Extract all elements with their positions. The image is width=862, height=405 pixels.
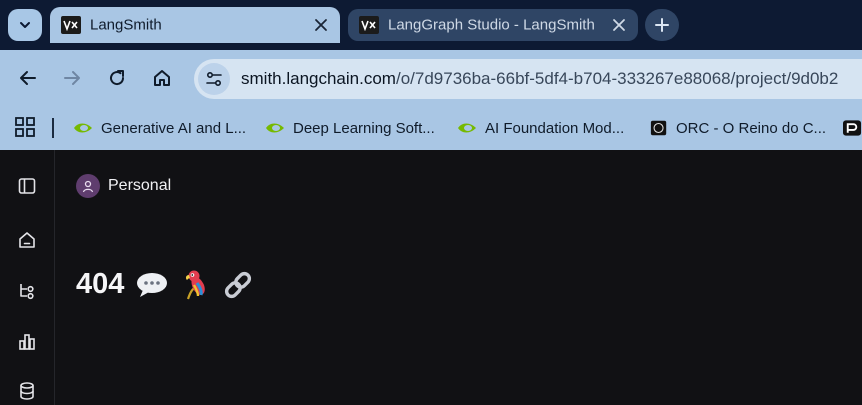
close-icon[interactable] — [612, 18, 626, 32]
tab-langgraph-studio[interactable]: LangGraph Studio - LangSmith — [348, 9, 638, 41]
url-host: smith.langchain.com — [241, 69, 396, 88]
home-icon — [154, 70, 170, 86]
link-icon — [222, 269, 254, 301]
address-bar[interactable]: smith.langchain.com/o/7d9736ba-66bf-5df4… — [194, 59, 862, 99]
site-info-button[interactable] — [198, 63, 230, 95]
langsmith-favicon-icon — [359, 16, 379, 34]
bookmark-favicon-icon — [843, 120, 862, 136]
bookmark-label: Deep Learning Soft... — [293, 119, 435, 137]
arrow-right-icon — [64, 71, 80, 85]
arrow-left-icon — [20, 71, 36, 85]
bookmark-item[interactable]: AI Foundation Mod... — [457, 115, 624, 141]
nvidia-icon — [458, 123, 476, 133]
reload-icon — [110, 70, 125, 86]
home-button[interactable] — [148, 64, 176, 92]
bookmark-item[interactable]: Generative AI and L... — [73, 115, 246, 141]
langsmith-favicon-icon — [61, 16, 81, 34]
bookmark-label: ORC - O Reino do C... — [676, 119, 827, 137]
hierarchy-icon — [20, 284, 34, 300]
workspace-name: Personal — [108, 177, 172, 194]
plus-icon — [655, 18, 669, 32]
tab-search-button[interactable] — [8, 9, 42, 41]
tab-title: LangSmith — [90, 16, 162, 34]
bookmark-item[interactable] — [843, 115, 862, 141]
orc-icon — [650, 120, 667, 136]
new-tab-button[interactable] — [645, 9, 679, 41]
bookmark-item[interactable]: Deep Learning Soft... — [265, 115, 435, 141]
page-title: 404 — [76, 268, 254, 301]
nvidia-icon — [266, 123, 284, 133]
url-path: /o/7d9736ba-66bf-5df4-b704-333267e88068/… — [395, 69, 839, 88]
avatar — [76, 174, 100, 198]
bookmark-label: Generative AI and L... — [101, 119, 247, 137]
tune-icon — [206, 71, 222, 87]
forward-button[interactable] — [58, 64, 86, 92]
speech-balloon-icon — [136, 272, 168, 298]
database-icon — [20, 382, 34, 400]
browser-tab-strip: LangSmith LangGraph Studio - LangSmith — [0, 0, 862, 50]
home-icon — [19, 232, 35, 248]
nvidia-icon — [74, 123, 92, 133]
browser-toolbar: smith.langchain.com/o/7d9736ba-66bf-5df4… — [0, 50, 862, 106]
panel-toggle-icon — [18, 178, 36, 194]
parrot-icon — [180, 269, 210, 301]
chevron-down-icon — [20, 22, 30, 28]
langsmith-app: Personal 404 — [0, 150, 862, 405]
sidebar-item-monitoring[interactable] — [17, 332, 37, 352]
bookmark-label: AI Foundation Mod... — [485, 119, 625, 137]
sidebar-item-datasets[interactable] — [17, 381, 37, 401]
apps-grid-icon[interactable] — [14, 116, 36, 138]
error-code: 404 — [76, 268, 125, 300]
workspace-selector[interactable]: Personal — [76, 174, 171, 198]
bookmark-item[interactable]: ORC - O Reino do C... — [650, 115, 826, 141]
tab-title: LangGraph Studio - LangSmith — [388, 16, 595, 34]
sidebar-item-projects[interactable] — [17, 281, 37, 301]
tab-langsmith[interactable]: LangSmith — [50, 7, 340, 43]
chart-icon — [19, 334, 35, 350]
url-text: smith.langchain.com/o/7d9736ba-66bf-5df4… — [241, 69, 838, 89]
close-icon[interactable] — [314, 18, 328, 32]
bookmarks-divider — [52, 118, 54, 138]
reload-button[interactable] — [103, 64, 131, 92]
sidebar-item-home[interactable] — [17, 230, 37, 250]
bookmarks-bar: Generative AI and L... Deep Learning Sof… — [0, 106, 862, 150]
back-button[interactable] — [14, 64, 42, 92]
sidebar — [0, 150, 55, 405]
user-icon — [82, 180, 94, 193]
sidebar-toggle-button[interactable] — [17, 176, 37, 196]
